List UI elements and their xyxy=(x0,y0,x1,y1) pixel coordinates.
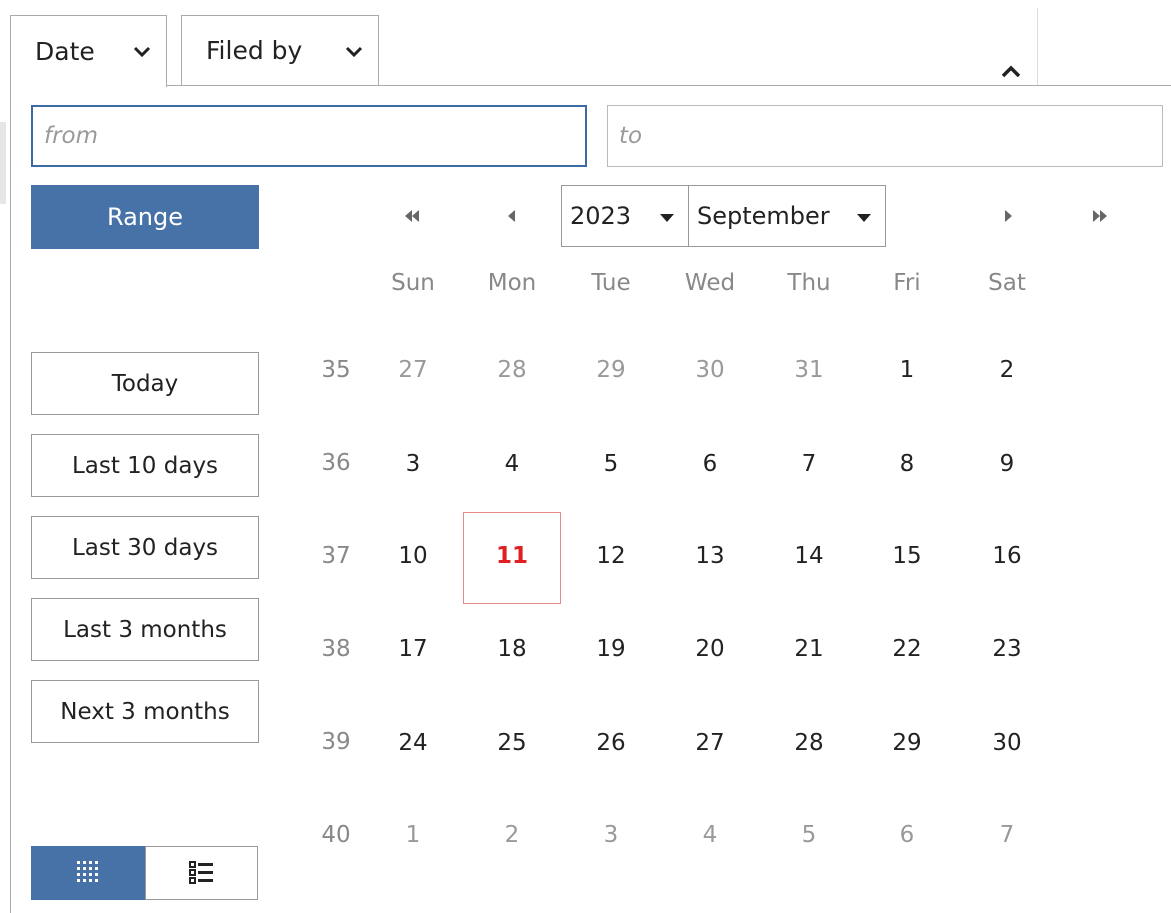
calendar-day[interactable]: 3 xyxy=(373,451,453,477)
tab-filed-by[interactable]: Filed by xyxy=(181,15,379,85)
calendar-day[interactable]: 19 xyxy=(571,636,651,662)
calendar-day[interactable]: 31 xyxy=(769,357,849,383)
calendar-day[interactable]: 23 xyxy=(967,636,1047,662)
tab-bar-divider xyxy=(166,85,1171,86)
calendar-day[interactable]: 28 xyxy=(472,357,552,383)
today-button[interactable]: Today xyxy=(31,352,259,415)
tab-date[interactable]: Date xyxy=(10,15,167,87)
calendar-day[interactable]: 5 xyxy=(571,451,651,477)
previous-month-icon[interactable] xyxy=(501,205,523,227)
calendar-day[interactable]: 10 xyxy=(373,543,453,569)
calendar-day[interactable]: 4 xyxy=(670,822,750,848)
week-number: 35 xyxy=(321,357,351,383)
chevron-down-icon xyxy=(345,46,363,58)
calendar-day[interactable]: 20 xyxy=(670,636,750,662)
next-3-months-button[interactable]: Next 3 months xyxy=(31,680,259,743)
calendar-day[interactable]: 30 xyxy=(670,357,750,383)
calendar-day-today[interactable]: 11 xyxy=(472,543,552,569)
weekday-header: Tue xyxy=(591,270,631,296)
calendar-day[interactable]: 13 xyxy=(670,543,750,569)
to-date-input[interactable] xyxy=(607,105,1163,167)
calendar-day[interactable]: 9 xyxy=(967,451,1047,477)
year-select[interactable]: 2023 xyxy=(561,185,689,247)
calendar-day[interactable]: 22 xyxy=(867,636,947,662)
calendar-day[interactable]: 1 xyxy=(867,357,947,383)
calendar-day[interactable]: 3 xyxy=(571,822,651,848)
grid-icon xyxy=(76,861,98,882)
panel-border xyxy=(10,86,11,913)
calendar-day[interactable]: 27 xyxy=(373,357,453,383)
calendar-day[interactable]: 29 xyxy=(867,730,947,756)
calendar-day[interactable]: 6 xyxy=(867,822,947,848)
calendar-day[interactable]: 24 xyxy=(373,730,453,756)
calendar-day[interactable]: 5 xyxy=(769,822,849,848)
calendar-day[interactable]: 2 xyxy=(472,822,552,848)
chevron-down-icon xyxy=(133,46,151,58)
chevron-up-icon[interactable] xyxy=(998,60,1024,82)
week-number: 39 xyxy=(321,729,351,755)
calendar-day[interactable]: 4 xyxy=(472,451,552,477)
next-year-icon[interactable] xyxy=(1089,205,1111,227)
next-month-icon[interactable] xyxy=(997,205,1019,227)
weekday-header: Thu xyxy=(787,270,831,296)
week-number: 36 xyxy=(321,450,351,476)
calendar-day[interactable]: 27 xyxy=(670,730,750,756)
weekday-header: Fri xyxy=(893,270,921,296)
calendar-day[interactable]: 2 xyxy=(967,357,1047,383)
calendar-day[interactable]: 7 xyxy=(967,822,1047,848)
caret-down-icon xyxy=(660,214,674,222)
scroll-edge xyxy=(0,122,6,204)
calendar-day[interactable]: 15 xyxy=(867,543,947,569)
weekday-header: Wed xyxy=(684,270,736,296)
last-10-days-button[interactable]: Last 10 days xyxy=(31,434,259,497)
calendar-day[interactable]: 28 xyxy=(769,730,849,756)
weekday-header: Sun xyxy=(391,270,435,296)
grid-view-button[interactable] xyxy=(31,846,146,900)
caret-down-icon xyxy=(857,214,871,222)
list-icon xyxy=(188,861,213,884)
calendar-day[interactable]: 7 xyxy=(769,451,849,477)
calendar-day[interactable]: 25 xyxy=(472,730,552,756)
calendar-day[interactable]: 6 xyxy=(670,451,750,477)
month-value: September xyxy=(697,202,830,230)
weekday-header: Mon xyxy=(487,270,537,296)
previous-year-icon[interactable] xyxy=(401,205,423,227)
calendar-day[interactable]: 21 xyxy=(769,636,849,662)
month-select[interactable]: September xyxy=(688,185,886,247)
list-view-button[interactable] xyxy=(145,846,258,900)
week-number: 38 xyxy=(321,636,351,662)
calendar-day[interactable]: 17 xyxy=(373,636,453,662)
range-button[interactable]: Range xyxy=(31,185,259,249)
calendar-day[interactable]: 8 xyxy=(867,451,947,477)
last-30-days-button[interactable]: Last 30 days xyxy=(31,516,259,579)
calendar-day[interactable]: 1 xyxy=(373,822,453,848)
calendar-day[interactable]: 12 xyxy=(571,543,651,569)
calendar-day[interactable]: 14 xyxy=(769,543,849,569)
calendar-day[interactable]: 18 xyxy=(472,636,552,662)
week-number: 40 xyxy=(321,822,351,848)
last-3-months-button[interactable]: Last 3 months xyxy=(31,598,259,661)
year-value: 2023 xyxy=(570,202,632,230)
header-separator xyxy=(1037,8,1038,85)
from-date-input[interactable] xyxy=(31,105,587,167)
week-number: 37 xyxy=(321,543,351,569)
tab-filed-by-label: Filed by xyxy=(206,36,303,65)
calendar-day[interactable]: 26 xyxy=(571,730,651,756)
calendar-day[interactable]: 30 xyxy=(967,730,1047,756)
weekday-header: Sat xyxy=(988,270,1026,296)
calendar-day[interactable]: 29 xyxy=(571,357,651,383)
calendar-day[interactable]: 16 xyxy=(967,543,1047,569)
tab-date-label: Date xyxy=(35,37,95,66)
